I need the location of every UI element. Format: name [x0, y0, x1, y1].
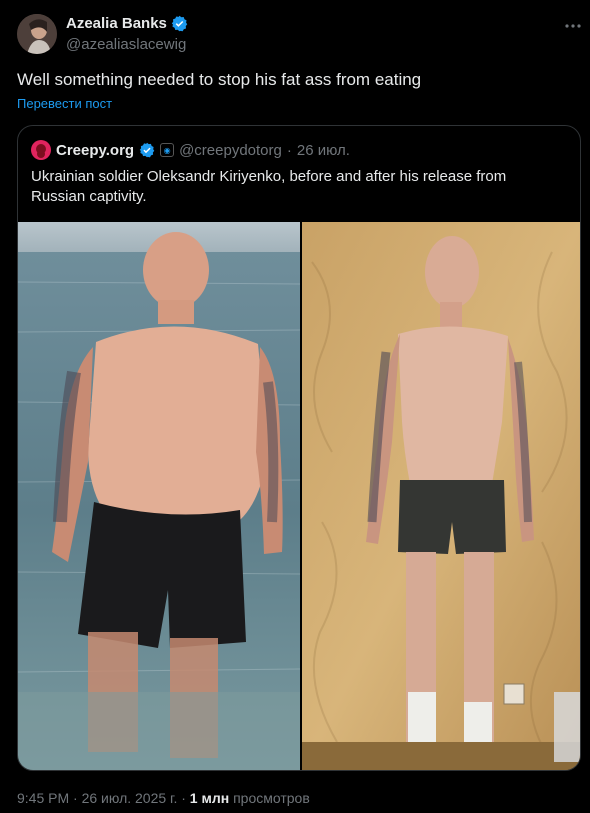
quoted-post[interactable]: Creepy.org ◉ @creepydotorg · 26 июл. Ukr…	[17, 125, 581, 771]
before-photo[interactable]	[18, 222, 300, 770]
translate-link[interactable]: Перевести пост	[17, 96, 112, 111]
post-meta: 9:45 PM · 26 июл. 2025 г. · 1 млн просмо…	[17, 790, 310, 806]
quoted-header: Creepy.org ◉ @creepydotorg · 26 июл.	[31, 140, 350, 160]
meta-separator: ·	[181, 790, 186, 806]
quoted-handle[interactable]: @creepydotorg	[179, 142, 282, 159]
quoted-separator: ·	[286, 141, 292, 159]
meta-separator: ·	[73, 790, 78, 806]
post-time[interactable]: 9:45 PM	[17, 790, 69, 806]
verified-badge-icon	[139, 142, 155, 158]
post-text: Well something needed to stop his fat as…	[17, 70, 422, 89]
quoted-name[interactable]: Creepy.org	[56, 142, 134, 159]
quoted-avatar[interactable]	[31, 140, 51, 160]
after-photo[interactable]	[302, 222, 580, 770]
quoted-date[interactable]: 26 июл.	[297, 142, 350, 159]
affiliate-badge-icon: ◉	[160, 143, 175, 157]
author-avatar[interactable]	[17, 14, 57, 54]
more-options-icon[interactable]	[564, 17, 582, 40]
author-handle[interactable]: @azealiaslacewig	[66, 36, 186, 53]
author-name-row: Azealia Banks	[66, 15, 188, 32]
post-date[interactable]: 26 июл. 2025 г.	[82, 790, 178, 806]
verified-badge-icon	[171, 15, 188, 32]
quoted-text: Ukrainian soldier Oleksandr Kiriyenko, b…	[31, 168, 507, 205]
author-name[interactable]: Azealia Banks	[66, 15, 167, 32]
views-count: 1 млн	[189, 790, 230, 806]
views-label: просмотров	[233, 790, 310, 806]
